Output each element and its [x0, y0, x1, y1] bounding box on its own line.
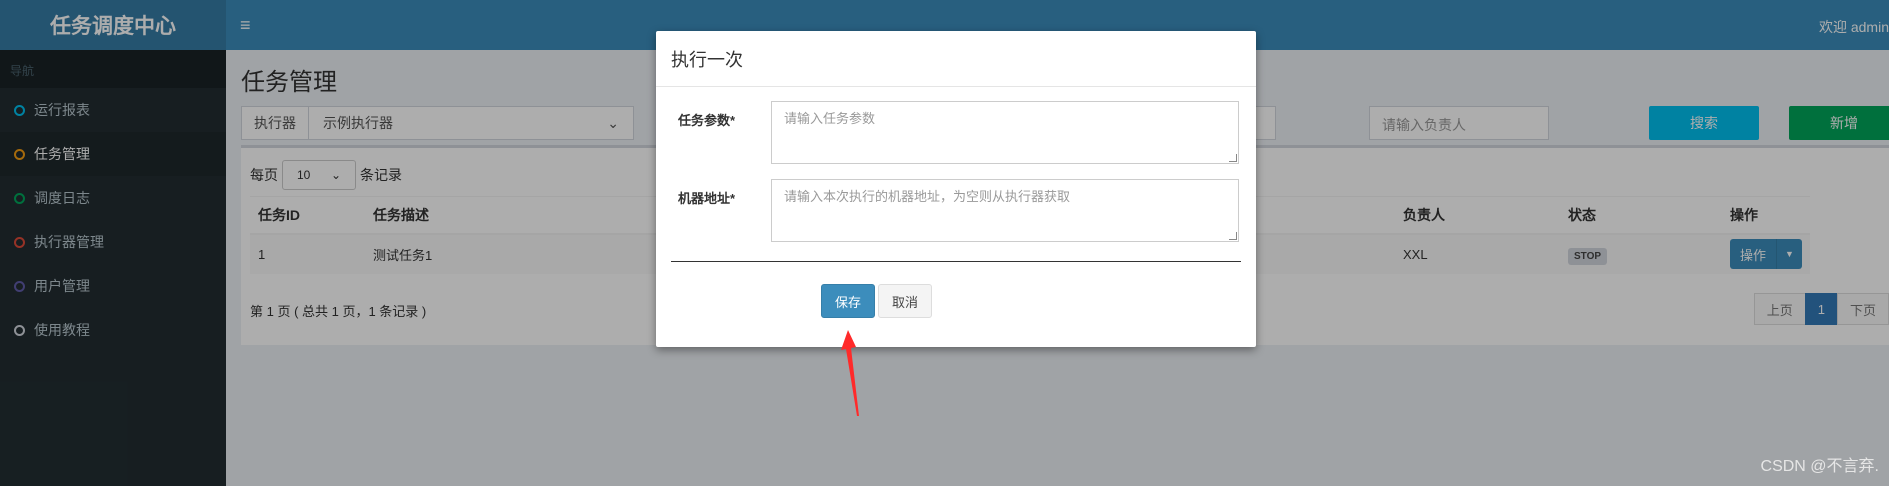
address-label: 机器地址*	[678, 191, 736, 206]
run-once-modal: 执行一次 任务参数* 请输入任务参数 机器地址* 请输入本次执行的机器地址，为空…	[656, 31, 1256, 347]
resize-handle-icon[interactable]	[1229, 232, 1237, 240]
param-placeholder: 请输入任务参数	[784, 111, 876, 126]
modal-title: 执行一次	[656, 31, 1256, 87]
cancel-button[interactable]: 取消	[878, 284, 932, 318]
address-placeholder: 请输入本次执行的机器地址，为空则从执行器获取	[784, 189, 1071, 204]
resize-handle-icon[interactable]	[1229, 154, 1237, 162]
address-textarea[interactable]: 请输入本次执行的机器地址，为空则从执行器获取	[771, 179, 1239, 242]
param-label: 任务参数*	[678, 113, 736, 128]
annotation-arrow-icon	[841, 330, 859, 416]
watermark: CSDN @不言弃.	[1760, 458, 1879, 475]
save-button[interactable]: 保存	[821, 284, 875, 318]
param-textarea[interactable]: 请输入任务参数	[771, 101, 1239, 164]
modal-divider	[671, 261, 1241, 262]
